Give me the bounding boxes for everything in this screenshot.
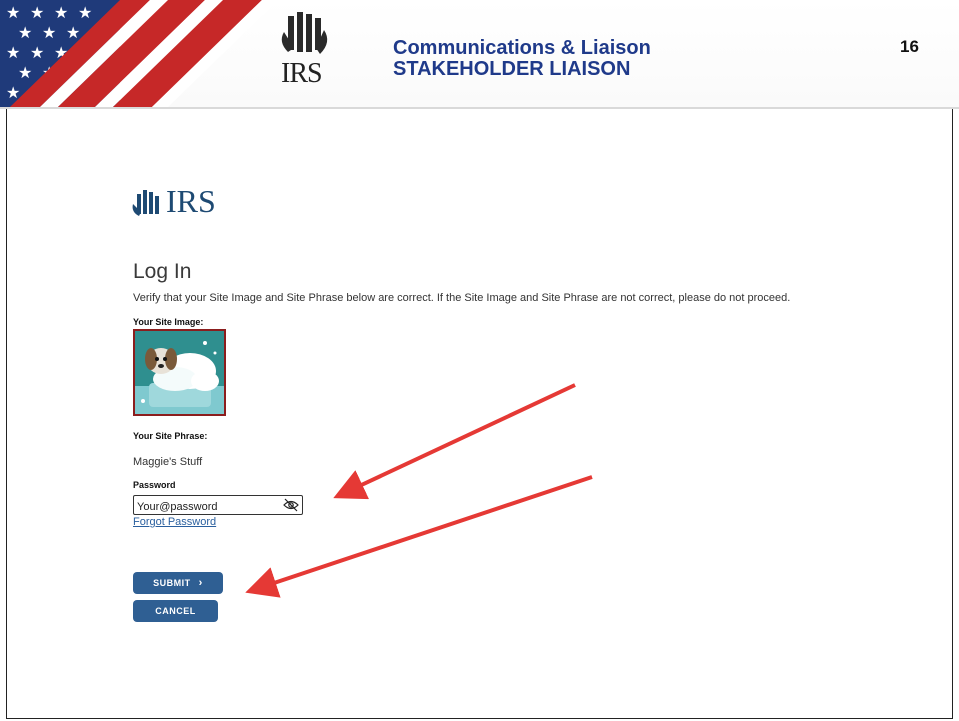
svg-text:★: ★ xyxy=(6,3,20,22)
svg-text:★: ★ xyxy=(54,3,68,22)
svg-text:★: ★ xyxy=(30,3,44,22)
header-irs-text: IRS xyxy=(281,58,323,89)
svg-text:★: ★ xyxy=(18,23,32,42)
page-title: Log In xyxy=(133,260,192,283)
header-title-line2: STAKEHOLDER LIAISON xyxy=(393,58,631,80)
svg-text:★: ★ xyxy=(66,23,80,42)
forgot-password-link[interactable]: Forgot Password xyxy=(133,516,216,528)
password-label: Password xyxy=(133,480,176,490)
site-phrase: Maggie's Stuff xyxy=(133,456,203,468)
site-image xyxy=(133,329,226,416)
chevron-right-icon: › xyxy=(198,577,203,589)
eye-slash-icon[interactable] xyxy=(283,498,299,512)
header-title-line1: Communications & Liaison xyxy=(393,37,651,59)
header-title: Communications & Liaison STAKEHOLDER LIA… xyxy=(393,38,651,80)
svg-text:★: ★ xyxy=(30,43,44,62)
submit-button-label: SUBMIT xyxy=(153,578,191,588)
svg-text:★: ★ xyxy=(78,3,92,22)
irs-page-logo-text: IRS xyxy=(166,183,216,219)
svg-text:★: ★ xyxy=(6,43,20,62)
submit-button[interactable]: SUBMIT › xyxy=(133,572,223,594)
password-field[interactable] xyxy=(133,495,303,515)
slide-number: 16 xyxy=(900,37,919,56)
cancel-button[interactable]: CANCEL xyxy=(133,600,218,622)
slide-header: ★★★★ ★★★★ ★★★ ★★ ★ IRS Communications & … xyxy=(0,0,959,109)
svg-text:★: ★ xyxy=(42,23,56,42)
site-phrase-label: Your Site Phrase: xyxy=(133,431,208,441)
svg-text:★: ★ xyxy=(18,63,32,82)
cancel-button-label: CANCEL xyxy=(155,606,196,616)
dog-bath-picture xyxy=(135,331,224,414)
site-image-label: Your Site Image: xyxy=(133,317,204,327)
flag-graphic: ★★★★ ★★★★ ★★★ ★★ ★ xyxy=(0,0,278,107)
verify-instructions: Verify that your Site Image and Site Phr… xyxy=(133,292,791,304)
